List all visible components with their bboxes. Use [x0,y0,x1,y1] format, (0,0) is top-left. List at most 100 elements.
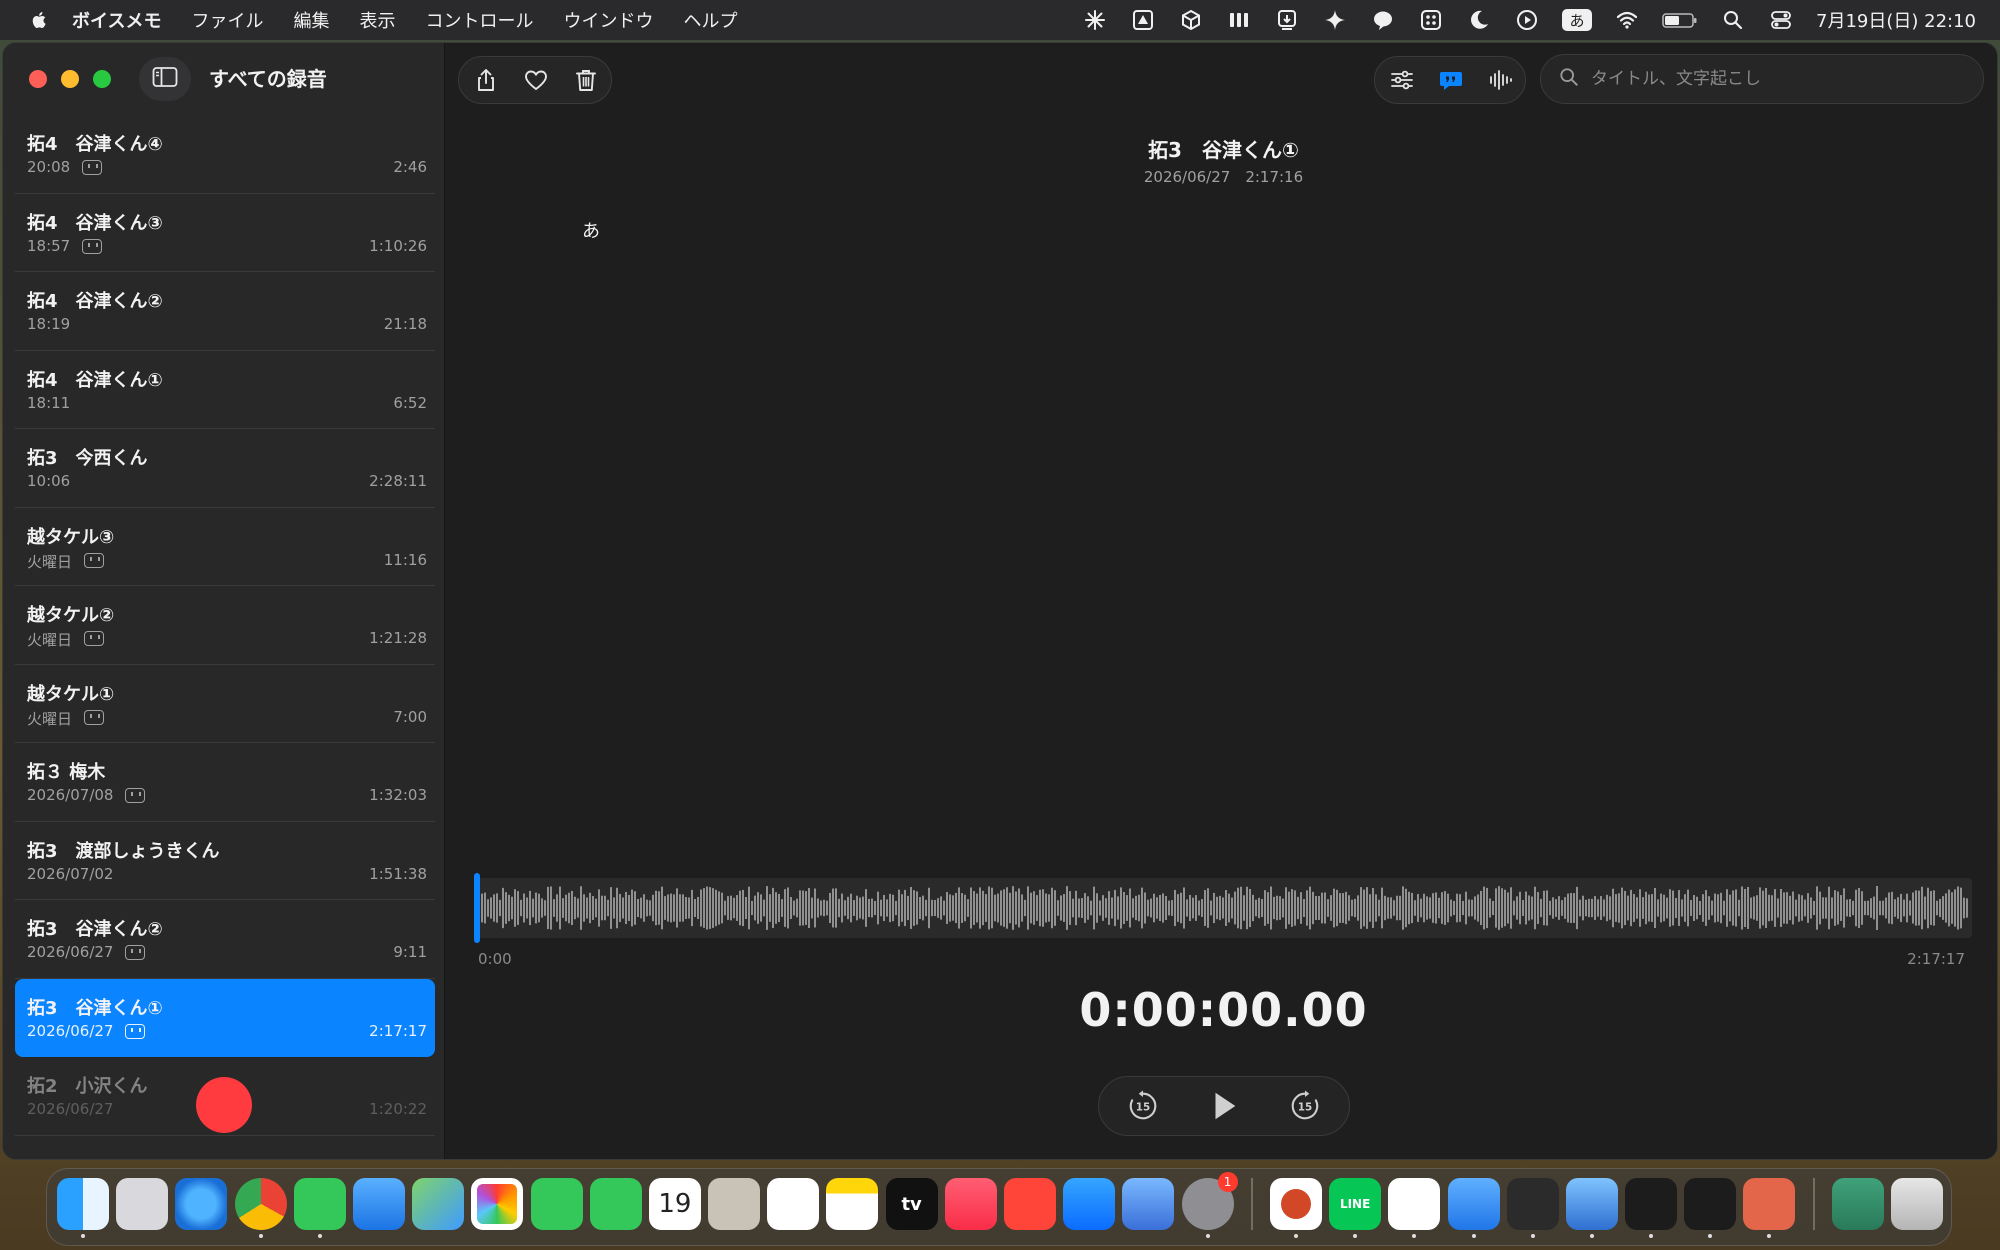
chrome-icon[interactable] [234,1178,287,1238]
trash-dock-icon[interactable] [1891,1178,1943,1230]
recording-row[interactable]: 越タケル① 火曜日 7:00 [15,665,435,743]
transcript-badge-icon [84,552,104,568]
maps-icon[interactable] [412,1178,465,1230]
recording-row[interactable]: 拓3 今西くん 10:06 2:28:11 [15,429,435,508]
menu-view[interactable]: 表示 [359,7,395,33]
system-settings-icon[interactable]: 1 [1181,1172,1238,1238]
skip-back-15-button[interactable]: 15 [1121,1084,1165,1128]
recording-row[interactable]: 越タケル② 火曜日 1:21:28 [15,586,435,665]
recording-date: 2026/06/27 [27,1021,114,1040]
keys-app-icon[interactable] [1506,1178,1559,1238]
close-window-button[interactable] [29,70,47,88]
menu-edit[interactable]: 編集 [293,7,329,33]
waveform-view-button[interactable] [1476,56,1525,104]
recording-row[interactable]: 拓4 谷津くん③ 18:57 1:10:26 [15,194,435,272]
voice-memos-window: すべての録音 拓4 谷津くん④ 20:08 2:46 拓4 谷津くん③ 18:57 1:1… [2,42,1998,1160]
line-status-icon[interactable] [1370,9,1396,31]
menu-clock[interactable]: 7月19日(日) 22:10 [1816,7,1976,33]
menu-window[interactable]: ウインドウ [563,7,653,33]
spotlight-search-icon[interactable] [1720,9,1746,31]
delete-button[interactable] [561,56,611,104]
play-button[interactable] [1202,1084,1246,1128]
downloads-folder-icon[interactable] [1831,1178,1884,1230]
phone-icon[interactable] [589,1178,642,1230]
powerpoint-icon[interactable] [1269,1178,1322,1238]
transcript-text[interactable]: あ [582,217,600,243]
favorite-button[interactable] [511,56,561,104]
playhead-handle[interactable] [474,873,480,943]
running-indicator [1767,1234,1772,1238]
recording-row[interactable]: 拓3 谷津くん② 2026/06/27 9:11 [15,900,435,979]
menu-help[interactable]: ヘルプ [683,7,737,33]
record-button[interactable] [196,1077,252,1133]
recording-row[interactable]: 拓3 谷津くん① 2026/06/27 2:17:17 [15,978,435,1057]
app-menu[interactable]: ボイスメモ [72,7,161,33]
voice-memos-mic-icon[interactable] [1447,1178,1500,1238]
recording-row[interactable]: 拓4 谷津くん① 18:11 6:52 [15,351,435,429]
keys-status-icon[interactable] [1226,9,1252,31]
search-field[interactable] [1540,54,1984,104]
search-input[interactable] [1591,69,1951,89]
transcript-badge-icon [125,1023,145,1039]
skip-forward-15-button[interactable]: 15 [1283,1084,1327,1128]
finder-icon[interactable] [57,1178,109,1238]
calendar-icon[interactable]: 19 [648,1178,701,1230]
box-status-icon[interactable] [1178,9,1204,31]
recording-title: 拓3 渡部しょうきくん [27,840,220,862]
waveform-scrubber[interactable] [476,878,1972,938]
rocket-app-icon[interactable] [1004,1178,1056,1230]
utility-app-icon[interactable] [1565,1178,1618,1238]
mail-icon[interactable] [352,1178,405,1230]
control-center-icon[interactable] [1768,9,1794,31]
minimize-window-button[interactable] [61,70,79,88]
notes-icon[interactable] [826,1178,879,1230]
grid-status-icon[interactable] [1418,9,1444,31]
menu-bar: ボイスメモ ファイル 編集 表示 コントロール ウインドウ ヘルプ あ 7月19… [0,0,2000,40]
voice-memos-app-icon[interactable] [1684,1178,1737,1238]
sidebar-toggle-button[interactable] [139,57,191,101]
recording-row[interactable]: 拓3 渡部しょうきくん 2026/07/02 1:51:38 [15,822,435,900]
photos-icon[interactable] [471,1178,524,1230]
heart-icon [525,70,547,91]
music-icon[interactable] [944,1178,997,1230]
claude-app-icon[interactable] [1743,1178,1796,1238]
wifi-status-icon[interactable] [1614,9,1640,31]
recording-row[interactable]: 拓３ 梅木 2026/07/08 1:32:03 [15,743,435,822]
menu-file[interactable]: ファイル [191,7,263,33]
window-controls [29,70,111,88]
transcript-button[interactable] [1426,56,1475,104]
menu-controls[interactable]: コントロール [425,7,533,33]
input-method-indicator[interactable]: あ [1562,9,1592,31]
safari-icon[interactable] [175,1178,228,1230]
recording-row[interactable]: 越タケル③ 火曜日 11:16 [15,508,435,586]
recording-row[interactable]: 拓4 谷津くん④ 20:08 2:46 [15,115,435,194]
drive-status-icon[interactable] [1130,9,1156,31]
download-status-icon[interactable] [1274,9,1300,31]
iphone-mirroring-icon[interactable] [1122,1178,1175,1230]
facetime-icon[interactable] [530,1178,583,1230]
messages-icon[interactable] [293,1178,346,1238]
recording-duration: 6:52 [393,393,427,412]
zoom-window-button[interactable] [93,70,111,88]
app-store-icon[interactable] [1063,1178,1116,1230]
view-toolbar [1374,56,1526,104]
box-app-icon[interactable] [1625,1178,1678,1238]
contacts-icon[interactable] [708,1178,761,1230]
recording-title[interactable]: 拓3 谷津くん① [446,134,1997,163]
apple-tv-icon[interactable]: tv [885,1178,938,1230]
sparkle-status-icon[interactable] [1322,9,1348,31]
moon-status-icon[interactable] [1466,9,1492,31]
share-button[interactable] [461,56,511,104]
apple-menu-icon[interactable] [30,10,50,30]
playback-controls: 15 15 [1098,1076,1350,1136]
options-button[interactable] [1377,56,1426,104]
trash-icon [576,70,596,91]
launchpad-icon[interactable] [116,1178,169,1230]
battery-status-icon[interactable] [1662,9,1698,31]
recording-row[interactable]: 拓4 谷津くん② 18:19 21:18 [15,272,435,351]
play-status-icon[interactable] [1514,9,1540,31]
line-app-icon[interactable]: LINE [1329,1178,1382,1238]
claude-status-icon[interactable] [1082,9,1108,31]
colorful-grid-app-icon[interactable] [1388,1178,1441,1238]
reminders-icon[interactable] [767,1178,820,1230]
